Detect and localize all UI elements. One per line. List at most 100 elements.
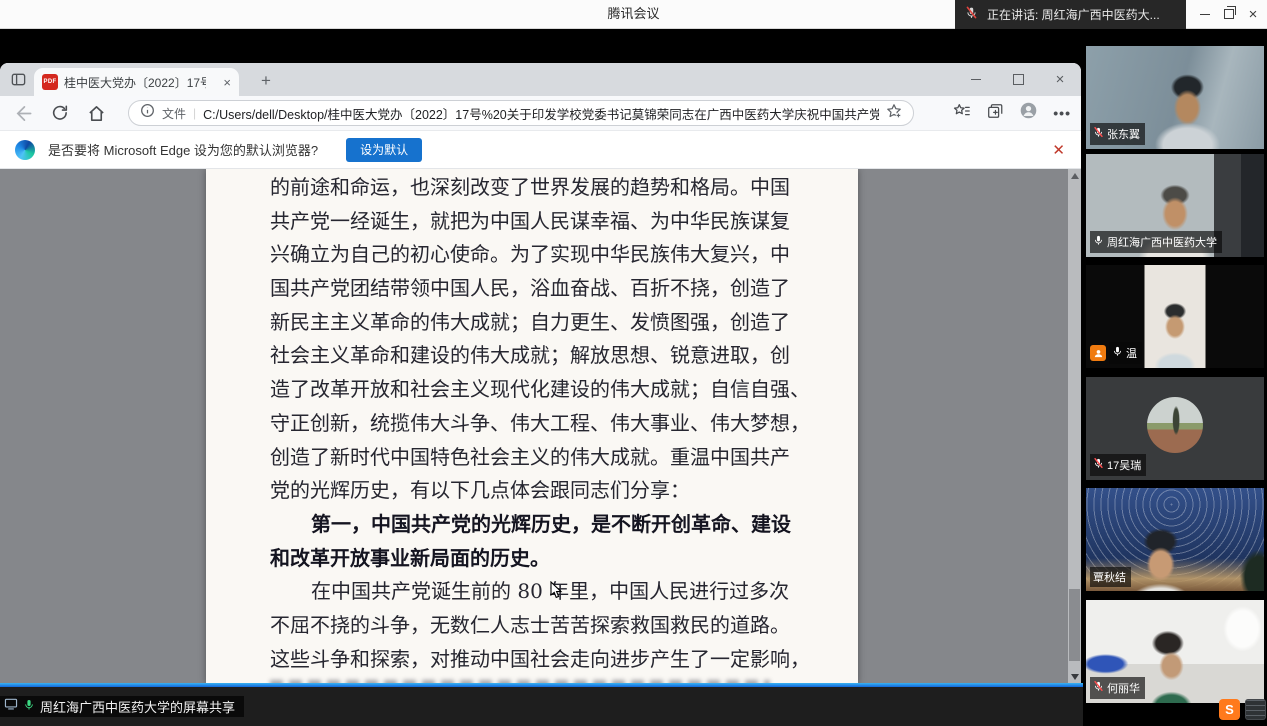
- tab-close-icon[interactable]: ×: [223, 75, 231, 90]
- url-scheme-label: 文件: [162, 105, 186, 122]
- mic-muted-icon: [1093, 679, 1104, 697]
- browser-tab-active[interactable]: PDF 桂中医大党办〔2022〕17号 关于 ×: [34, 68, 239, 96]
- participant-nameplate: 17吴瑞: [1090, 454, 1146, 476]
- set-default-button[interactable]: 设为默认: [346, 138, 422, 162]
- speaking-toast-text: 正在讲话: 周红海广西中医药大...: [987, 6, 1160, 23]
- participant-name: 覃秋结: [1093, 569, 1126, 585]
- toolbar-right-icons: •••: [953, 96, 1071, 130]
- new-tab-button[interactable]: +: [253, 68, 279, 94]
- vertical-scrollbar[interactable]: [1068, 169, 1081, 683]
- screen-share-status[interactable]: 周红海广西中医药大学的屏幕共享: [0, 696, 244, 717]
- collections-icon[interactable]: [986, 102, 1004, 125]
- document-line: 兴确立为自己的初心使命。为了实现中华民族伟大复兴，中: [270, 238, 845, 272]
- participant-tile-4[interactable]: 17吴瑞: [1086, 377, 1264, 480]
- document-line: 创造了新时代中国特色社会主义的伟大成就。重温中国共产: [270, 441, 845, 475]
- mic-on-icon: [1112, 344, 1123, 362]
- notification-close-icon[interactable]: ✕: [1052, 141, 1065, 159]
- participants-sidebar: 张东翼周红海广西中医药大学温 17吴瑞覃秋结何丽华: [1083, 28, 1267, 726]
- participant-nameplate: 温: [1090, 342, 1142, 364]
- participant-tile-2[interactable]: 周红海广西中医药大学: [1086, 154, 1264, 257]
- document-line: 共产党一经诞生，就把为中国人民谋幸福、为中华民族谋复: [270, 205, 845, 239]
- browser-window-controls: ×: [955, 63, 1081, 96]
- participant-tile-5[interactable]: 覃秋结: [1086, 488, 1264, 591]
- toast-microphone-icon: [965, 6, 978, 24]
- participant-nameplate: 张东翼: [1090, 123, 1145, 145]
- document-line: 新民主主义革命的伟大成就；自力更生、发愤图强，创造了: [270, 306, 845, 340]
- browser-tabstrip: PDF 桂中医大党办〔2022〕17号 关于 × + ×: [0, 63, 1081, 96]
- document-line: 的前途和命运，也深刻改变了世界发展的趋势和格局。中国: [270, 171, 845, 205]
- participant-tile-3[interactable]: 温: [1086, 265, 1264, 368]
- mic-on-icon: [1093, 233, 1104, 251]
- participant-tile-6[interactable]: 何丽华: [1086, 600, 1264, 703]
- participant-name: 何丽华: [1107, 680, 1140, 696]
- participant-name: 周红海广西中医药大学: [1107, 234, 1217, 250]
- tab-title: 桂中医大党办〔2022〕17号 关于: [64, 74, 206, 91]
- document-line: 造了改革开放和社会主义现代化建设的伟大成就；自信自强、: [270, 373, 845, 407]
- document-line: 第一，中国共产党的光辉历史，是不断开创革命、建设: [270, 508, 845, 542]
- home-button[interactable]: [87, 104, 106, 123]
- restore-button[interactable]: [1217, 0, 1241, 28]
- close-button[interactable]: ×: [1241, 0, 1265, 28]
- scrollbar-thumb[interactable]: [1069, 589, 1080, 661]
- close-icon: ×: [1249, 7, 1258, 22]
- document-line: 不屈不挠的斗争，无数仁人志士苦苦探索救国救民的道路。: [270, 609, 845, 643]
- participant-name: 17吴瑞: [1107, 457, 1141, 473]
- mic-muted-icon: [1093, 125, 1104, 143]
- browser-minimize-button[interactable]: [955, 63, 997, 96]
- participant-avatar: [1147, 397, 1203, 453]
- document-line: 社会主义革命和建设的伟大成就；解放思想、锐意进取，创: [270, 339, 845, 373]
- edge-logo-icon: [15, 140, 35, 160]
- document-line: 这些斗争和探索，对推动中国社会走向进步产生了一定影响，: [270, 643, 845, 677]
- keyboard-icon[interactable]: [1245, 699, 1266, 720]
- minimize-button[interactable]: [1193, 0, 1217, 28]
- document-line: 党的光辉历史，有以下几点体会跟同志们分享：: [270, 474, 845, 508]
- minimize-icon: [1200, 14, 1210, 15]
- notification-message: 是否要将 Microsoft Edge 设为您的默认浏览器?: [48, 140, 318, 159]
- edge-browser-window: PDF 桂中医大党办〔2022〕17号 关于 × + ×: [0, 63, 1081, 683]
- screen-share-icon: [4, 697, 18, 716]
- default-browser-notification-bar: 是否要将 Microsoft Edge 设为您的默认浏览器? 设为默认 ✕: [0, 131, 1081, 169]
- info-icon[interactable]: [140, 103, 155, 123]
- participant-nameplate: 周红海广西中医药大学: [1090, 231, 1222, 253]
- document-line: 守正创新，统揽伟大斗争、伟大工程、伟大事业、伟大梦想，: [270, 407, 845, 441]
- address-divider: |: [193, 106, 196, 120]
- favorites-icon[interactable]: [953, 102, 971, 125]
- tab-actions-button[interactable]: [10, 71, 27, 93]
- participant-name: 温: [1126, 345, 1137, 361]
- document-line: 国共产党团结带领中国人民，浴血奋战、百折不挠，创造了: [270, 272, 845, 306]
- browser-maximize-button[interactable]: [997, 63, 1039, 96]
- screen-share-label: 周红海广西中医药大学的屏幕共享: [40, 697, 235, 716]
- document-line: 和改革开放事业新局面的历史。: [270, 542, 845, 576]
- scroll-up-arrow[interactable]: [1071, 173, 1079, 179]
- document-text: 的前途和命运，也深刻改变了世界发展的趋势和格局。中国共产党一经诞生，就把为中国人…: [270, 171, 845, 683]
- screen-share-border: [0, 683, 1083, 687]
- mic-on-icon: [23, 698, 35, 716]
- participant-nameplate: 何丽华: [1090, 677, 1145, 699]
- pdf-viewer: 的前途和命运，也深刻改变了世界发展的趋势和格局。中国共产党一经诞生，就把为中国人…: [0, 169, 1081, 683]
- add-favorite-star-icon[interactable]: [886, 103, 902, 124]
- scroll-down-arrow[interactable]: [1071, 674, 1079, 680]
- meeting-bottom-bar: 周红海广西中医药大学的屏幕共享: [0, 687, 1083, 726]
- minimize-icon: [971, 79, 981, 80]
- participant-tile-1[interactable]: 张东翼: [1086, 46, 1264, 149]
- pdf-file-icon: PDF: [42, 74, 58, 90]
- person-badge-icon: [1090, 345, 1106, 361]
- mouse-cursor: [550, 581, 564, 604]
- speaking-toast[interactable]: 正在讲话: 周红海广西中医药大...: [955, 0, 1186, 29]
- address-bar[interactable]: 文件 | C:/Users/dell/Desktop/桂中医大党办〔2022〕1…: [128, 100, 914, 126]
- pdf-page: 的前途和命运，也深刻改变了世界发展的趋势和格局。中国共产党一经诞生，就把为中国人…: [206, 169, 858, 683]
- browser-close-button[interactable]: ×: [1039, 63, 1081, 96]
- sogou-input-icon[interactable]: S: [1219, 699, 1240, 720]
- maximize-icon: [1013, 74, 1024, 85]
- profile-avatar-icon[interactable]: [1019, 101, 1038, 125]
- meeting-app-window: 腾讯会议 正在讲话: 周红海广西中医药大... × PDF 桂中医大党办〔202…: [0, 0, 1267, 726]
- meeting-window-controls: ×: [1193, 0, 1265, 28]
- browser-toolbar: 文件 | C:/Users/dell/Desktop/桂中医大党办〔2022〕1…: [0, 96, 1081, 131]
- back-button[interactable]: [14, 104, 33, 123]
- participant-name: 张东翼: [1107, 126, 1140, 142]
- settings-menu-icon[interactable]: •••: [1053, 105, 1071, 121]
- refresh-button[interactable]: [51, 104, 69, 122]
- restore-icon: [1224, 9, 1234, 19]
- participant-nameplate: 覃秋结: [1090, 567, 1131, 587]
- mic-muted-icon: [1093, 456, 1104, 474]
